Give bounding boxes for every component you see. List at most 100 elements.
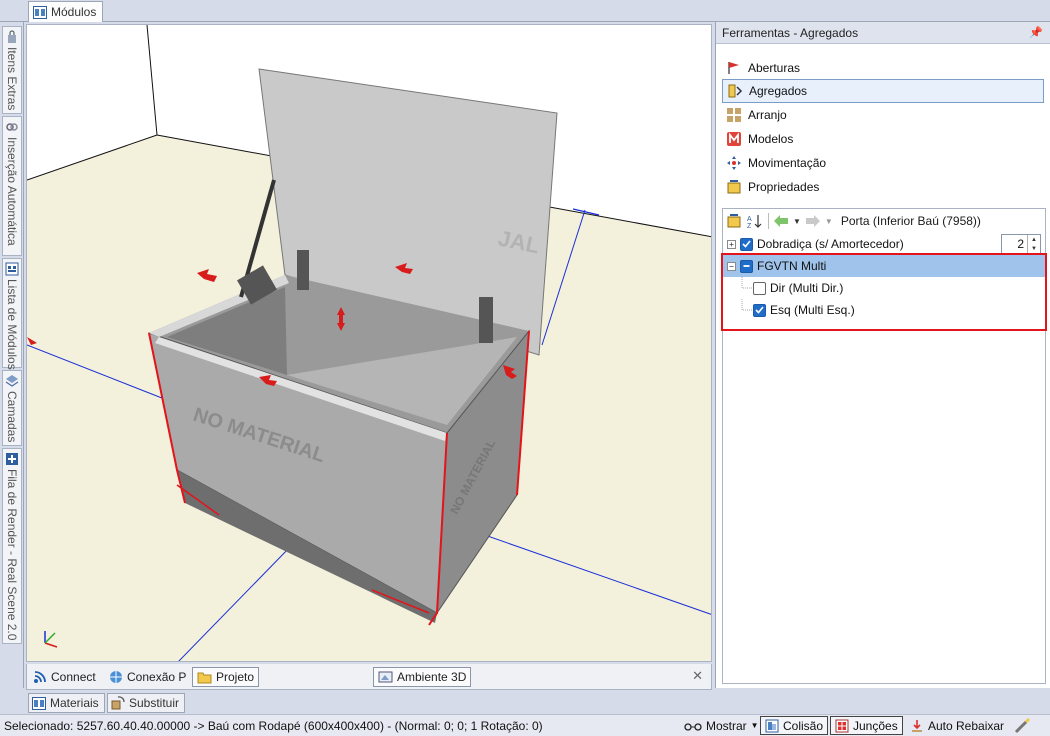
viewport-3d[interactable]: JAL NO MATERIAL NO MATERIAL [26, 24, 712, 662]
hinge-left [297, 250, 309, 290]
expand-icon[interactable]: + [727, 239, 736, 249]
status-bar: Selecionado: 5257.60.40.40.00000 -> Baú … [0, 714, 1050, 736]
bag-icon [8, 30, 16, 43]
props-icon [727, 180, 741, 194]
collision-icon [765, 719, 779, 732]
tree-row-label: Dobradiça (s/ Amortecedor) [757, 237, 904, 251]
tab-materiais-label: Materiais [50, 696, 99, 710]
tools-panel: Ferramentas - Agregados 📌 Aberturas Agre… [715, 22, 1050, 688]
tab-substituir-label: Substituir [129, 696, 180, 710]
top-tab-strip: Módulos [0, 0, 1050, 22]
scene-canvas: JAL NO MATERIAL NO MATERIAL [27, 25, 711, 661]
lower-tab-strip: Materiais Substituir [0, 690, 1050, 714]
link-icon [6, 123, 18, 131]
sort-az-icon[interactable]: AZ [746, 213, 764, 229]
mostrar-dropdown[interactable]: Mostrar ▼ [680, 716, 763, 735]
tool-item-aberturas[interactable]: Aberturas [722, 56, 1044, 80]
render-icon [6, 453, 18, 465]
arranjo-icon [727, 108, 741, 122]
joints-icon [835, 719, 849, 732]
vtab-label: Itens Extras [5, 47, 19, 111]
replace-icon [111, 696, 125, 710]
highlight-frame [721, 253, 1047, 331]
tool-item-agregados[interactable]: Agregados [722, 79, 1044, 103]
wand-icon[interactable] [1014, 718, 1032, 734]
tab-connect-label: Connect [51, 670, 96, 684]
close-icon[interactable]: ✕ [692, 668, 703, 684]
vtab-itens-extras[interactable]: Itens Extras [2, 26, 22, 114]
tool-item-arranjo[interactable]: Arranjo [722, 103, 1044, 127]
tab-substituir[interactable]: Substituir [107, 693, 186, 713]
tab-connect[interactable]: Connect [29, 667, 100, 687]
vtab-fila-de-render[interactable]: Fila de Render - Real Scene 2.0 [2, 448, 22, 644]
panel-header: Ferramentas - Agregados 📌 [716, 22, 1050, 44]
forward-arrow-icon[interactable] [805, 214, 821, 228]
aberturas-icon [728, 62, 739, 74]
tool-item-label: Movimentação [748, 156, 827, 170]
vtab-lista-de-modulos[interactable]: Lista de Módulos [2, 258, 22, 370]
chevron-down-icon[interactable]: ▼ [825, 217, 833, 226]
categorized-icon[interactable] [726, 213, 742, 229]
tree-row-dobradica[interactable]: + Dobradiça (s/ Amortecedor) 2 ▲ ▼ [723, 233, 1045, 255]
scene-icon [378, 671, 393, 683]
modules-icon [33, 5, 47, 19]
colisao-toggle[interactable]: Colisão [760, 716, 829, 735]
tab-materiais[interactable]: Materiais [28, 693, 105, 713]
tab-modulos-label: Módulos [51, 5, 97, 19]
rss-icon [34, 671, 46, 683]
glasses-icon [684, 722, 702, 731]
stepper-arrows[interactable]: ▲ ▼ [1027, 235, 1040, 253]
pin-icon[interactable]: 📌 [1029, 26, 1043, 39]
tool-item-label: Propriedades [748, 180, 820, 194]
toolbar-separator [768, 213, 769, 229]
agregados-icon [728, 84, 743, 98]
vtab-camadas[interactable]: Camadas [2, 370, 22, 446]
tool-item-label: Modelos [748, 132, 794, 146]
lower-arrow-icon [912, 719, 922, 732]
tool-item-label: Aberturas [748, 61, 801, 75]
tab-projeto[interactable]: Projeto [192, 667, 260, 687]
juncoes-toggle[interactable]: Junções [830, 716, 903, 735]
globe-icon [110, 671, 122, 683]
tab-ambiente-3d-label: Ambiente 3D [397, 670, 467, 684]
left-tab-bar: Itens Extras Inserção Automática Lista d… [0, 22, 24, 688]
mostrar-label: Mostrar [706, 718, 747, 733]
modelos-icon [727, 132, 741, 146]
panel-title: Ferramentas - Agregados [722, 25, 859, 40]
tool-item-label: Agregados [749, 84, 808, 98]
document-tabs: Connect Conexão P Projeto Ambiente 3D ✕ [26, 664, 712, 690]
back-arrow-icon[interactable] [773, 214, 789, 228]
colisao-label: Colisão [783, 718, 824, 733]
materials-icon [32, 696, 46, 710]
svg-text:Z: Z [747, 223, 752, 229]
vtab-label: Camadas [5, 391, 19, 443]
tool-item-modelos[interactable]: Modelos [722, 127, 1044, 151]
vtab-insercao-automatica[interactable]: Inserção Automática [2, 116, 22, 256]
tab-conexao-p[interactable]: Conexão P [105, 667, 190, 687]
tab-conexao-p-label: Conexão P [127, 670, 187, 684]
properties-toolbar: AZ ▼ ▼ Porta (Inferior Baú (7958)) [723, 209, 1045, 233]
folder-icon [197, 672, 212, 683]
layers-icon [5, 375, 19, 387]
vtab-label: Lista de Módulos [5, 279, 19, 370]
list-icon [5, 262, 19, 276]
tab-projeto-label: Projeto [216, 670, 255, 684]
chevron-down-icon[interactable]: ▼ [793, 217, 801, 226]
stepper-value: 2 [1017, 237, 1024, 251]
move-icon [727, 156, 741, 170]
auto-rebaixar-button[interactable]: Auto Rebaixar [906, 716, 1008, 735]
chevron-down-icon: ▼ [750, 721, 759, 730]
properties-object-title: Porta (Inferior Baú (7958)) [840, 214, 981, 228]
hinge-right [479, 297, 493, 343]
svg-text:A: A [747, 216, 752, 223]
tab-modulos[interactable]: Módulos [28, 1, 104, 22]
vtab-label: Fila de Render - Real Scene 2.0 [5, 469, 19, 641]
tool-item-propriedades[interactable]: Propriedades [722, 175, 1044, 199]
status-text: Selecionado: 5257.60.40.40.00000 -> Baú … [4, 719, 543, 733]
tool-item-label: Arranjo [748, 108, 787, 122]
properties-box: AZ ▼ ▼ Porta (Inferior Baú (7958)) + Dob… [721, 208, 1047, 684]
quantity-stepper[interactable]: 2 ▲ ▼ [1001, 234, 1041, 254]
tab-ambiente-3d[interactable]: Ambiente 3D [373, 667, 472, 687]
tool-item-movimentacao[interactable]: Movimentação [722, 151, 1044, 175]
checkbox-dobradica[interactable] [740, 237, 753, 251]
